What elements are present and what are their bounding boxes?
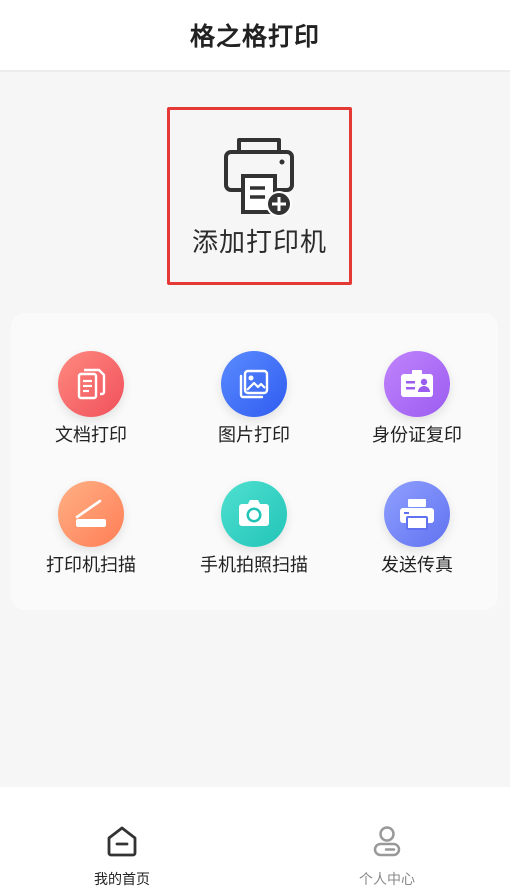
bottom-tab-bar: 我的首页 个人中心 bbox=[0, 787, 510, 893]
fax-button[interactable]: 发送传真 bbox=[337, 481, 497, 591]
phone-scan-button[interactable]: 手机拍照扫描 bbox=[174, 481, 334, 591]
scanner-icon bbox=[58, 481, 124, 547]
camera-icon bbox=[221, 481, 287, 547]
tab-home-label: 我的首页 bbox=[94, 872, 150, 888]
id-copy-label: 身份证复印 bbox=[372, 425, 462, 446]
id-copy-button[interactable]: 身份证复印 bbox=[337, 351, 497, 461]
document-icon bbox=[58, 351, 124, 417]
tab-profile-label: 个人中心 bbox=[359, 872, 415, 888]
photo-print-button[interactable]: 图片打印 bbox=[174, 351, 334, 461]
tab-home[interactable]: 我的首页 bbox=[42, 787, 202, 893]
app-header: 格之格打印 bbox=[0, 0, 510, 72]
fax-label: 发送传真 bbox=[381, 555, 453, 576]
add-printer-button[interactable]: 添加打印机 bbox=[167, 107, 352, 285]
printer-add-icon bbox=[223, 138, 294, 216]
phone-scan-label: 手机拍照扫描 bbox=[200, 555, 308, 576]
home-icon bbox=[107, 826, 137, 857]
doc-print-button[interactable]: 文档打印 bbox=[11, 351, 171, 461]
doc-print-label: 文档打印 bbox=[55, 425, 127, 446]
id-card-icon bbox=[384, 351, 450, 417]
photo-print-label: 图片打印 bbox=[218, 425, 290, 446]
image-icon bbox=[221, 351, 287, 417]
printer-scan-button[interactable]: 打印机扫描 bbox=[11, 481, 171, 591]
page-title: 格之格打印 bbox=[189, 22, 320, 51]
function-grid: 文档打印 图片打印 身份证复印 打印机扫描 手机拍照扫描 发送传真 bbox=[11, 313, 498, 610]
user-icon bbox=[373, 826, 401, 857]
add-printer-label: 添加打印机 bbox=[191, 228, 327, 258]
fax-printer-icon bbox=[384, 481, 450, 547]
printer-scan-label: 打印机扫描 bbox=[46, 555, 136, 576]
tab-profile[interactable]: 个人中心 bbox=[307, 787, 467, 893]
